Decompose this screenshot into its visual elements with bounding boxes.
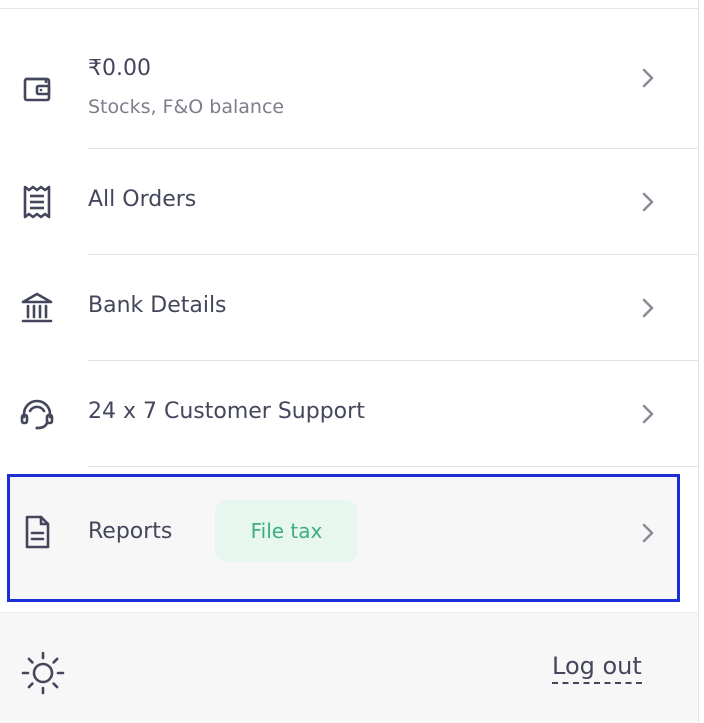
chevron-right-icon bbox=[636, 296, 660, 320]
menu-item-label: 24 x 7 Customer Support bbox=[88, 399, 365, 424]
balance-subtitle: Stocks, F&O balance bbox=[88, 96, 285, 118]
bank-icon bbox=[18, 289, 56, 327]
row-divider bbox=[88, 148, 698, 149]
document-icon bbox=[18, 513, 56, 551]
chevron-right-icon bbox=[636, 521, 660, 545]
chevron-right-icon bbox=[636, 190, 660, 214]
menu-item-customer-support[interactable]: 24 x 7 Customer Support bbox=[0, 362, 698, 466]
menu-item-label: All Orders bbox=[88, 187, 197, 212]
menu-item-all-orders[interactable]: All Orders bbox=[0, 150, 698, 254]
chevron-right-icon bbox=[636, 402, 660, 426]
account-menu-panel: ₹0.00 Stocks, F&O balance All Orders Ban… bbox=[0, 0, 699, 723]
row-divider bbox=[88, 466, 698, 467]
top-edge-divider bbox=[0, 0, 698, 9]
sun-icon bbox=[19, 649, 67, 697]
row-divider bbox=[88, 360, 698, 361]
menu-item-label: Bank Details bbox=[88, 293, 227, 318]
file-tax-badge[interactable]: File tax bbox=[215, 500, 358, 562]
theme-toggle-button[interactable] bbox=[18, 648, 68, 698]
menu-item-bank-details[interactable]: Bank Details bbox=[0, 256, 698, 360]
row-divider bbox=[88, 254, 698, 255]
receipt-icon bbox=[18, 183, 56, 221]
balance-amount: ₹0.00 bbox=[88, 56, 151, 81]
chevron-right-icon bbox=[636, 66, 660, 90]
headset-icon bbox=[18, 395, 56, 433]
menu-item-label: Reports bbox=[88, 519, 173, 544]
logout-button[interactable]: Log out bbox=[552, 652, 642, 684]
balance-row[interactable]: ₹0.00 Stocks, F&O balance bbox=[0, 10, 698, 148]
wallet-icon bbox=[18, 70, 56, 108]
